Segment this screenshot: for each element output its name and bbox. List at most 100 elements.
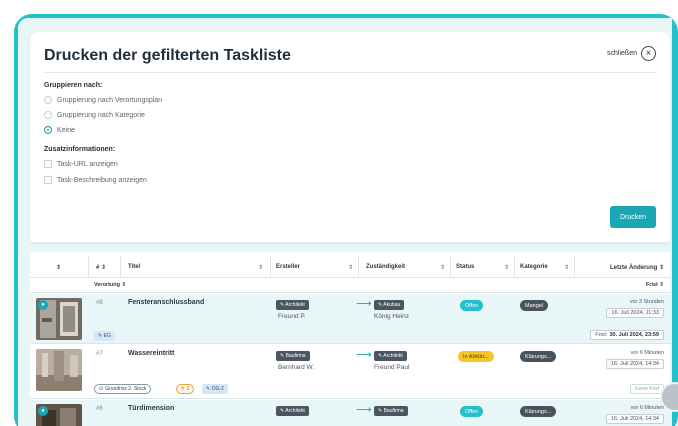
group-option-label: Keine [57, 126, 75, 134]
creator-role-tag: ✎ Architekt [276, 406, 309, 416]
sort-icon: ⇕ [503, 264, 509, 271]
group-option-plan[interactable]: Gruppierung nach Verortungsplan [44, 96, 162, 104]
group-option-category[interactable]: Gruppierung nach Kategorie [44, 111, 145, 119]
location-tag: ✎ OG-2 [202, 384, 228, 394]
pin-icon: ⚲ [181, 386, 185, 392]
option-label: Task-Beschreibung anzeigen [57, 176, 147, 184]
creator-role-tag: ✎ Baufirma [276, 351, 310, 361]
last-change-relative: vor 6 Minuten [630, 405, 664, 411]
arrow-right-icon: ⟶ [356, 298, 372, 310]
status-badge: In Abklär... [458, 351, 494, 362]
task-photo[interactable]: ● [36, 298, 82, 340]
responsible-header-label: Zuständigkeit [366, 264, 406, 270]
sort-icon: ⇕ [347, 264, 353, 271]
responsible-role-tag: ✎ Architekt [374, 351, 407, 361]
checkbox-task-description[interactable] [44, 176, 52, 184]
table-row[interactable]: #7 Wassereintritt ✎ Baufirma Bernhard W.… [30, 345, 670, 399]
group-option-none[interactable]: Keine [44, 126, 75, 134]
deadline-box: Frist: 30. Juli 2024, 23:59 [590, 330, 664, 340]
option-label: Task-URL anzeigen [57, 160, 118, 168]
column-divider [88, 256, 89, 278]
task-photo[interactable]: ● [36, 404, 82, 426]
arrow-right-icon: ⟶ [356, 349, 372, 361]
location-pin-icon: ⊙ [99, 386, 104, 392]
last-change-header[interactable]: Letzte Änderung ⇕ [610, 256, 664, 278]
category-badge: Klärungs... [520, 406, 557, 417]
option-task-description[interactable]: Task-Beschreibung anzeigen [44, 176, 147, 184]
column-divider [358, 256, 359, 278]
last-change-relative: vor 3 Stunden [629, 299, 664, 305]
responsible-role-tag: ✎ Baufirma [374, 406, 408, 416]
print-dialog: Drucken der gefilterten Taskliste schlie… [30, 32, 670, 242]
category-badge: Klärungs... [520, 351, 557, 362]
task-number: #7 [96, 351, 103, 357]
no-deadline-box: Keine Frist [630, 384, 664, 394]
table-row[interactable]: ● #8 Fensteranschlussband ✎ Architekt Fr… [30, 294, 670, 344]
creator-header-label: Ersteller [276, 264, 301, 270]
number-header[interactable]: # ⇕ [96, 256, 106, 278]
radio-plan[interactable] [44, 96, 52, 104]
responsible-name: König Heinz [374, 313, 410, 320]
status-header-label: Status [456, 264, 475, 270]
plan-location-label: Grundriss 2. Stock [105, 386, 147, 392]
column-divider [120, 256, 121, 278]
last-change-date: 16. Juli 2024, 11:33 [606, 308, 664, 318]
photo-badge-icon: ● [38, 406, 48, 416]
sort-icon: ⇕ [563, 264, 569, 271]
option-task-url[interactable]: Task-URL anzeigen [44, 160, 118, 168]
pin-count: 2 [186, 386, 190, 392]
close-label: schließen [607, 50, 637, 57]
sort-icon: ⇕ [257, 264, 263, 271]
extra-info-label: Zusatzinformationen: [44, 146, 116, 153]
divider [44, 72, 656, 73]
creator-name: Bernhard W. [278, 364, 315, 371]
column-divider [514, 256, 515, 278]
column-divider [574, 256, 575, 278]
deadline-value: 30. Juli 2024, 23:59 [609, 332, 659, 338]
location-sort[interactable]: Verortung ⇕ [94, 282, 126, 288]
creator-role-tag: ✎ Architekt [276, 300, 309, 310]
status-badge: Offen [460, 406, 484, 417]
task-number: #6 [96, 406, 103, 412]
title-header-label: Titel [128, 264, 141, 270]
close-icon: × [641, 46, 656, 61]
group-option-label: Gruppierung nach Kategorie [57, 111, 145, 119]
responsible-role-tag: ✎ Akubau [374, 300, 405, 310]
status-badge: Offen [460, 300, 484, 311]
group-by-label: Gruppieren nach: [44, 82, 103, 89]
radio-none[interactable] [44, 126, 52, 134]
creator-header[interactable]: Ersteller ⇕ [276, 256, 358, 278]
table-header: ⇕ # ⇕ Titel ⇕ Ersteller ⇕ Zuständigkeit ⇕ S… [30, 256, 670, 278]
sort-header[interactable]: ⇕ [56, 256, 61, 278]
category-badge: Mangel [520, 300, 549, 311]
deadline-sort[interactable]: Frist ⇕ [646, 282, 664, 288]
print-button[interactable]: Drucken [610, 206, 656, 228]
category-header[interactable]: Kategorie ⇕ [520, 256, 574, 278]
table-row[interactable]: ● #6 Türdimension ✎ Architekt ⟶ ✎ Baufir… [30, 400, 670, 426]
responsible-header[interactable]: Zuständigkeit ⇕ [366, 256, 450, 278]
task-title[interactable]: Türdimension [128, 405, 174, 412]
title-header[interactable]: Titel ⇕ [128, 256, 268, 278]
column-divider [450, 256, 451, 278]
task-title[interactable]: Wassereintritt [128, 350, 174, 357]
dialog-title: Drucken der gefilterten Taskliste [44, 47, 291, 64]
category-header-label: Kategorie [520, 264, 548, 270]
creator-name: Freund P. [278, 313, 306, 320]
radio-category[interactable] [44, 111, 52, 119]
responsible-name: Freund Paul [374, 364, 410, 371]
task-table: ⇕ # ⇕ Titel ⇕ Ersteller ⇕ Zuständigkeit ⇕ S… [30, 252, 670, 426]
task-number: #8 [96, 300, 103, 306]
column-divider [270, 256, 271, 278]
table-subheader: Verortung ⇕ Frist ⇕ [30, 278, 670, 293]
task-photo[interactable] [36, 349, 82, 391]
task-title[interactable]: Fensteranschlussband [128, 299, 204, 306]
close-button[interactable]: schließen × [607, 46, 656, 61]
checkbox-task-url[interactable] [44, 160, 52, 168]
pin-count-chip: ⚲ 2 [176, 384, 195, 394]
last-change-date: 16. Juli 2024, 14:34 [605, 359, 664, 369]
plan-location-chip[interactable]: ⊙ Grundriss 2. Stock [94, 384, 152, 394]
photo-badge-icon: ● [38, 300, 48, 310]
photo-image [36, 349, 82, 391]
location-tag: ✎ EG [94, 331, 115, 341]
status-header[interactable]: Status ⇕ [456, 256, 514, 278]
